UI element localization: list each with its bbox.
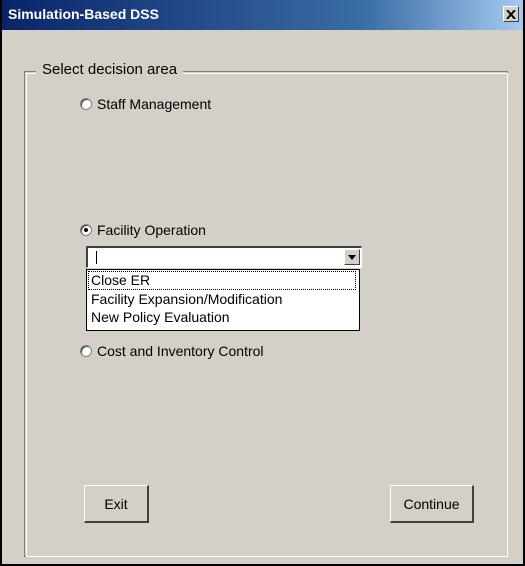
continue-button[interactable]: Continue xyxy=(390,485,474,523)
chevron-down-icon xyxy=(348,254,356,260)
window-title: Simulation-Based DSS xyxy=(8,6,159,22)
radio-cost-inventory[interactable]: Cost and Inventory Control xyxy=(80,343,264,359)
group-legend: Select decision area xyxy=(36,61,184,78)
radio-facility-operation[interactable]: Facility Operation xyxy=(80,222,206,238)
radio-label: Staff Management xyxy=(97,96,212,112)
dropdown-option-new-policy[interactable]: New Policy Evaluation xyxy=(91,309,230,326)
dropdown-option-facility-expansion[interactable]: Facility Expansion/Modification xyxy=(91,291,282,308)
exit-button[interactable]: Exit xyxy=(84,485,149,523)
facility-combo-box[interactable] xyxy=(86,246,362,268)
close-icon xyxy=(506,9,516,19)
dropdown-option-close-er[interactable]: Close ER xyxy=(88,271,356,290)
radio-label: Facility Operation xyxy=(97,222,206,238)
radio-label: Cost and Inventory Control xyxy=(97,343,264,359)
text-cursor xyxy=(96,251,97,264)
radio-staff-management[interactable]: Staff Management xyxy=(80,96,211,112)
combo-dropdown-list: Close ER Facility Expansion/Modification… xyxy=(86,269,360,331)
radio-circle[interactable] xyxy=(80,98,92,110)
title-bar[interactable]: Simulation-Based DSS xyxy=(2,0,523,30)
close-button[interactable] xyxy=(503,6,519,22)
radio-circle-checked[interactable] xyxy=(80,224,92,236)
radio-circle[interactable] xyxy=(80,345,92,357)
combo-dropdown-button[interactable] xyxy=(344,249,360,265)
dialog-window: Simulation-Based DSS Select decision are… xyxy=(0,0,525,566)
